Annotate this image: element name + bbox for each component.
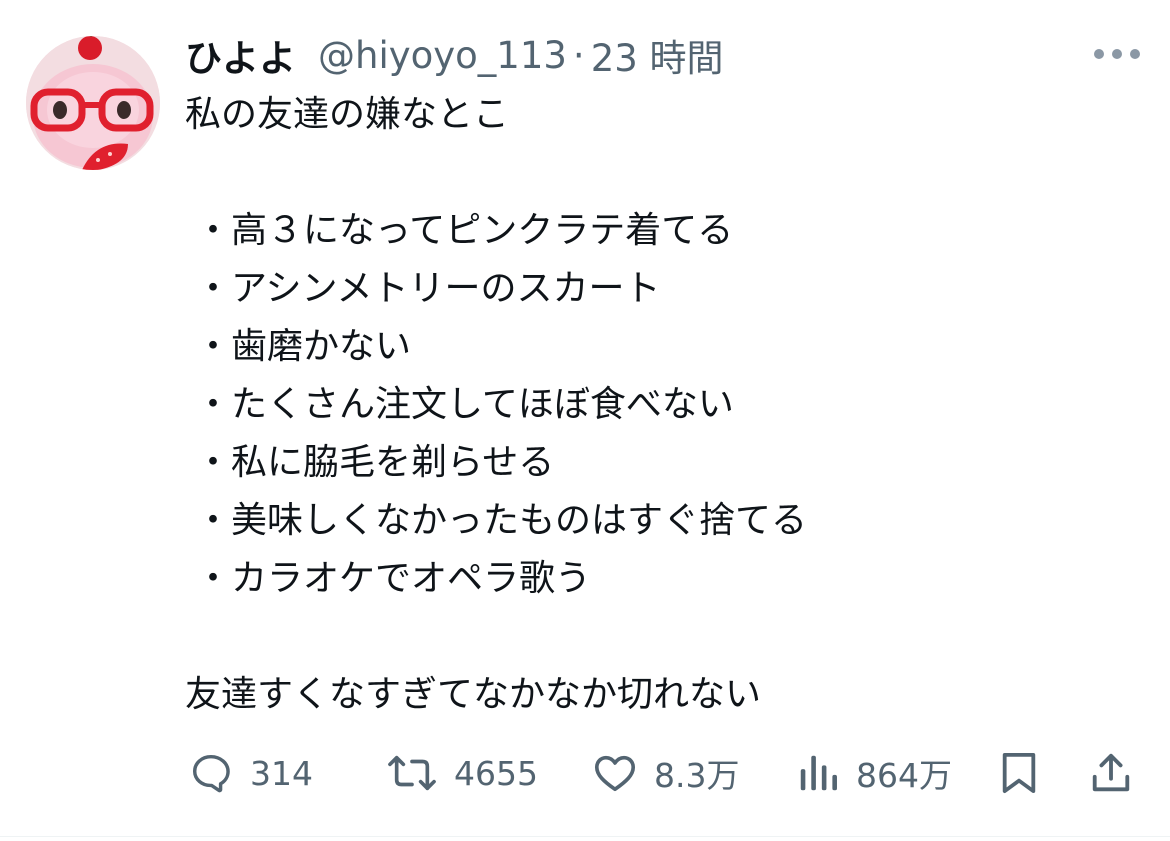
share-button[interactable] bbox=[1088, 748, 1134, 798]
reply-count: 314 bbox=[250, 753, 313, 793]
list-item: ・私に脇毛を剃らせる bbox=[195, 442, 555, 483]
action-bar: 314 4655 8.3万 864万 bbox=[0, 748, 1170, 798]
avatar-image bbox=[26, 36, 160, 170]
divider bbox=[0, 836, 1170, 837]
post-header: ひよよ @hiyoyo_113 · 23 時間 bbox=[185, 28, 724, 82]
post-time[interactable]: 23 時間 bbox=[591, 28, 724, 82]
bookmark-button[interactable] bbox=[998, 748, 1040, 798]
views-bars-icon bbox=[800, 755, 837, 791]
user-handle[interactable]: @hiyoyo_113 bbox=[318, 34, 567, 77]
bookmark-icon bbox=[1002, 752, 1036, 794]
reply-button[interactable]: 314 bbox=[188, 748, 313, 798]
list-item: ・美味しくなかったものはすぐ捨てる bbox=[195, 500, 808, 541]
reply-bubble-icon bbox=[192, 754, 230, 793]
repost-arrows-icon bbox=[388, 755, 436, 791]
repost-count: 4655 bbox=[454, 753, 538, 793]
list-item: ・たくさん注文してほぼ食べない bbox=[195, 384, 734, 425]
views-count: 864万 bbox=[856, 756, 952, 795]
post-text-outro: 友達すくなすぎてなかなか切れない bbox=[185, 674, 762, 715]
like-button[interactable]: 8.3万 bbox=[592, 748, 739, 798]
more-dots-icon[interactable] bbox=[1094, 46, 1140, 62]
post-text-intro: 私の友達の嫌なとこ bbox=[185, 94, 510, 135]
avatar[interactable] bbox=[26, 36, 160, 170]
views-button[interactable]: 864万 bbox=[796, 748, 952, 798]
list-item: ・高３になってピンクラテ着てる bbox=[195, 210, 734, 251]
share-upload-icon bbox=[1092, 753, 1130, 792]
list-item: ・カラオケでオペラ歌う bbox=[195, 558, 592, 599]
heart-icon bbox=[594, 755, 636, 792]
like-count: 8.3万 bbox=[654, 756, 740, 795]
separator-dot: · bbox=[572, 33, 585, 77]
repost-button[interactable]: 4655 bbox=[386, 748, 538, 798]
display-name[interactable]: ひよよ bbox=[185, 28, 296, 82]
tweet[interactable]: ひよよ @hiyoyo_113 · 23 時間 私の友達の嫌なとこ ・高３になっ… bbox=[0, 0, 1170, 841]
list-item: ・歯磨かない bbox=[195, 326, 412, 367]
list-item: ・アシンメトリーのスカート bbox=[195, 268, 661, 309]
